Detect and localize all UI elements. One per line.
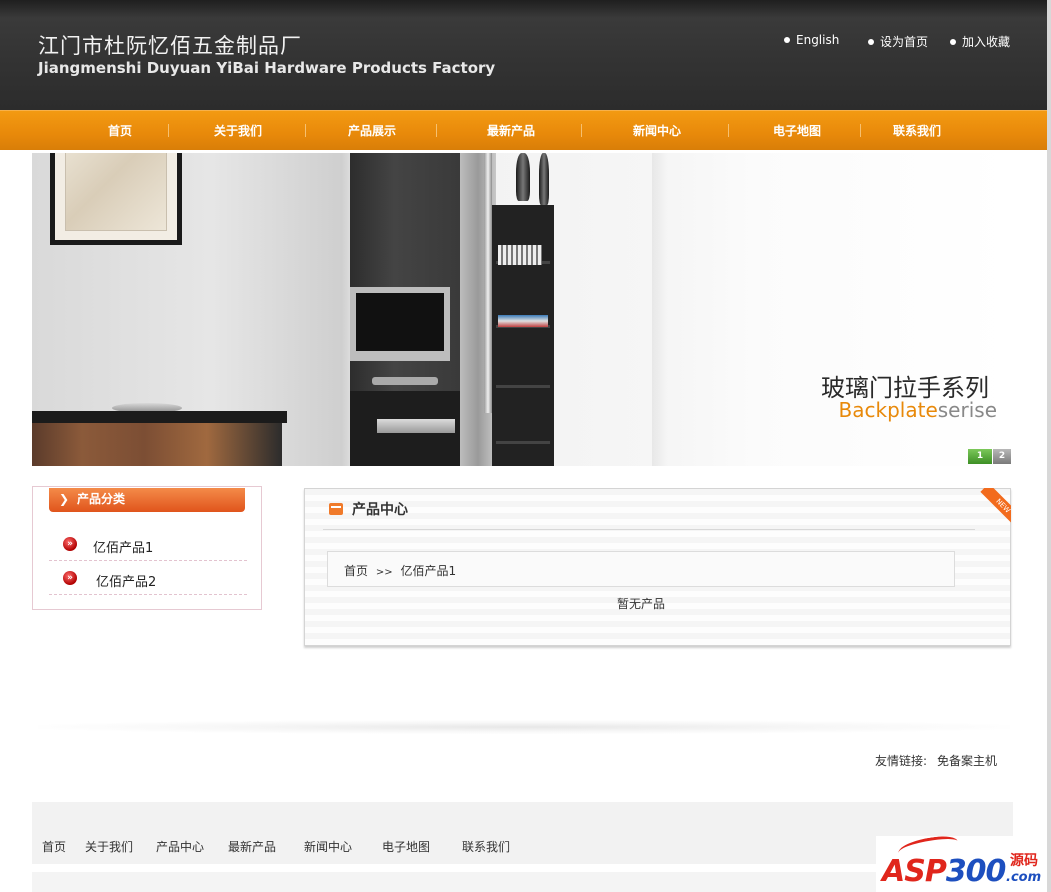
book-row — [32, 423, 282, 466]
nav-item-latest[interactable]: 最新产品 — [487, 122, 535, 139]
breadcrumb: 首页 >> 亿佰产品1 — [327, 551, 955, 587]
add-favorite-link[interactable]: 加入收藏 — [950, 33, 1010, 50]
friend-link[interactable]: 免备案主机 — [937, 754, 997, 768]
watermark-logo: ASP300 源码 .com — [876, 833, 1046, 892]
set-homepage-link[interactable]: 设为首页 — [868, 33, 928, 50]
product-category-box: ❯ 产品分类 » 亿佰产品1 » 亿佰产品2 — [32, 486, 262, 610]
hero-banner[interactable]: 玻璃门拉手系列 Backplateserise 12 — [32, 153, 1011, 466]
breadcrumb-home-link[interactable]: 首页 — [344, 564, 368, 578]
friend-links: 友情链接: 免备案主机 — [875, 752, 997, 769]
door-handle — [484, 153, 492, 413]
new-ribbon: NEW — [975, 488, 1011, 524]
television — [350, 287, 450, 361]
nav-separator — [168, 124, 169, 137]
panel-title: 产品中心 — [352, 502, 408, 518]
breadcrumb-separator: >> — [375, 567, 393, 578]
books — [498, 315, 548, 327]
tv-stand — [372, 377, 438, 385]
category-title-bar: ❯ 产品分类 — [49, 488, 245, 512]
nav-item-map[interactable]: 电子地图 — [773, 122, 821, 139]
site-header: 江门市杜阮忆佰五金制品厂 Jiangmenshi Duyuan YiBai Ha… — [0, 0, 1047, 110]
banner-title-en: Backplateserise — [838, 398, 997, 422]
main-nav: 首页 关于我们 产品展示 最新产品 新闻中心 电子地图 联系我们 — [0, 110, 1047, 150]
chevron-circle-icon: » — [63, 537, 77, 551]
footer-link-map[interactable]: 电子地图 — [382, 838, 430, 855]
friend-links-label: 友情链接: — [874, 754, 927, 768]
category-item-label: 亿佰产品2 — [96, 575, 157, 590]
dvd-player — [377, 419, 455, 433]
category-item-label: 亿佰产品1 — [93, 541, 154, 556]
footer-link-about[interactable]: 关于我们 — [85, 838, 133, 855]
cd-stack — [498, 245, 542, 265]
bullet-icon — [868, 38, 874, 45]
bullet-icon — [784, 36, 790, 43]
pager-button-2[interactable]: 2 — [993, 449, 1011, 464]
category-title: 产品分类 — [77, 492, 126, 506]
footer-link-latest[interactable]: 最新产品 — [228, 838, 276, 855]
bullet-icon — [950, 38, 956, 45]
category-item[interactable]: » 亿佰产品1 — [49, 527, 247, 561]
picture-frame — [50, 153, 182, 245]
nav-item-about[interactable]: 关于我们 — [214, 122, 262, 139]
nav-separator — [728, 124, 729, 137]
company-name-cn[interactable]: 江门市杜阮忆佰五金制品厂 — [38, 30, 302, 60]
english-link[interactable]: English — [784, 33, 839, 47]
product-center-panel: 产品中心 NEW 首页 >> 亿佰产品1 暂无产品 — [304, 488, 1011, 646]
footer-link-home[interactable]: 首页 — [42, 838, 66, 855]
panel-header: 产品中心 — [323, 489, 975, 530]
breadcrumb-current[interactable]: 亿佰产品1 — [400, 564, 456, 578]
company-name-en[interactable]: Jiangmenshi Duyuan YiBai Hardware Produc… — [38, 59, 495, 77]
section-divider — [38, 720, 1010, 734]
chevron-circle-icon: » — [63, 571, 77, 585]
banner-pager: 12 — [967, 447, 1011, 464]
category-item[interactable]: » 亿佰产品2 — [49, 561, 247, 595]
nav-item-products[interactable]: 产品展示 — [348, 122, 396, 139]
scrollbar[interactable] — [1047, 0, 1051, 892]
nav-item-home[interactable]: 首页 — [108, 122, 132, 139]
footer-link-products[interactable]: 产品中心 — [156, 838, 204, 855]
nav-separator — [436, 124, 437, 137]
vase — [516, 153, 530, 201]
footer-link-news[interactable]: 新闻中心 — [304, 838, 352, 855]
vase — [539, 153, 549, 205]
nav-item-news[interactable]: 新闻中心 — [633, 122, 681, 139]
chevron-right-icon: ❯ — [59, 492, 70, 506]
pager-button-1[interactable]: 1 — [968, 449, 992, 464]
footer-link-contact[interactable]: 联系我们 — [462, 838, 510, 855]
nav-item-contact[interactable]: 联系我们 — [893, 122, 941, 139]
nav-separator — [860, 124, 861, 137]
folder-icon — [329, 503, 343, 515]
empty-message: 暂无产品 — [616, 597, 665, 611]
nav-separator — [581, 124, 582, 137]
nav-separator — [305, 124, 306, 137]
side-table — [32, 411, 287, 423]
footer-band — [32, 872, 1013, 892]
